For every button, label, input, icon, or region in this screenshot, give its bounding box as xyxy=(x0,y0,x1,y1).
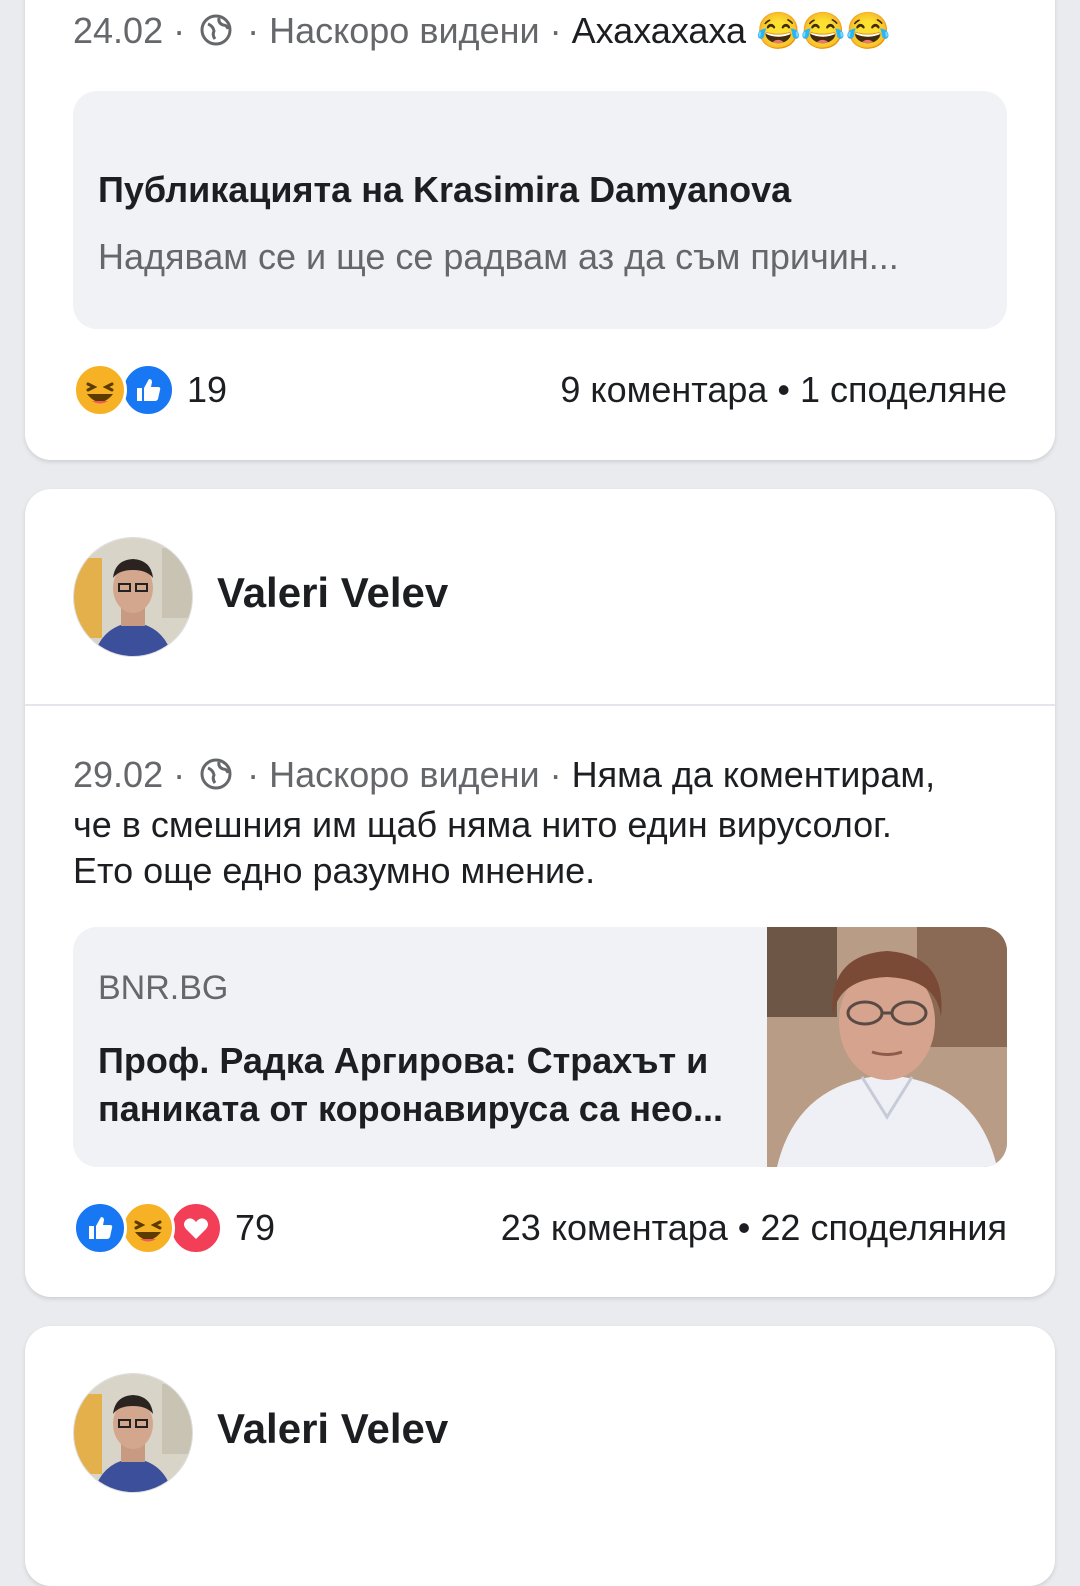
shared-post-preview[interactable]: Публикацията на Krasimira Damyanova Надя… xyxy=(73,91,1007,329)
globe-icon xyxy=(199,12,233,58)
reaction-count: 19 xyxy=(187,369,228,410)
post-text-line2: че в смешния им щаб няма нито един вирус… xyxy=(73,804,892,845)
link-title-line1: Проф. Радка Аргирова: Страхът и xyxy=(98,1040,709,1081)
visibility-label: · Наскоро видени · xyxy=(237,754,572,795)
post-meta: 24.02 · · Наскоро видени · Ахахахаха 😂😂😂 xyxy=(73,8,1007,58)
shared-post-title: Публикацията на Krasimira Damyanova xyxy=(98,169,792,210)
post-card: 24.02 · · Наскоро видени · Ахахахаха 😂😂😂… xyxy=(25,0,1055,460)
comment-share-counts[interactable]: 23 коментара • 22 споделяния xyxy=(501,1201,1007,1255)
globe-icon xyxy=(199,756,233,802)
reaction-count: 79 xyxy=(235,1207,276,1248)
reaction-summary[interactable]: 19 xyxy=(73,363,227,417)
post-card: Valeri Velev xyxy=(25,1326,1055,1586)
post-date[interactable]: 29.02 xyxy=(73,754,163,795)
divider xyxy=(25,704,1055,706)
like-icon xyxy=(73,1201,127,1255)
haha-icon xyxy=(121,1201,175,1255)
meta-separator: · xyxy=(163,10,196,51)
link-title: Проф. Радка Аргирова: Страхът и паниката… xyxy=(98,1037,738,1133)
link-thumbnail xyxy=(767,927,1007,1167)
comment-share-counts[interactable]: 9 коментара • 1 споделяне xyxy=(560,363,1007,417)
post-text-line1: Няма да коментирам, xyxy=(571,754,936,795)
post-author-name[interactable]: Valeri Velev xyxy=(217,1405,448,1453)
post-text-line3: Ето още едно разумно мнение. xyxy=(73,850,596,891)
avatar[interactable] xyxy=(73,1373,193,1493)
post-stats: 19 9 коментара • 1 споделяне xyxy=(73,363,1007,417)
reaction-summary[interactable]: 79 xyxy=(73,1201,275,1255)
link-title-line2: паниката от коронавируса са нео... xyxy=(98,1088,723,1129)
visibility-label: · Наскоро видени · xyxy=(237,10,572,51)
post-stats: 79 23 коментара • 22 споделяния xyxy=(73,1201,1007,1255)
post-author-name[interactable]: Valeri Velev xyxy=(217,569,448,617)
link-preview[interactable]: BNR.BG Проф. Радка Аргирова: Страхът и п… xyxy=(73,927,1007,1167)
meta-separator: · xyxy=(163,754,196,795)
like-icon xyxy=(121,363,175,417)
post-text: Ахахахаха 😂😂😂 xyxy=(571,10,891,51)
love-icon xyxy=(169,1201,223,1255)
haha-icon xyxy=(73,363,127,417)
post-meta: 29.02 · · Наскоро видени · Няма да комен… xyxy=(73,752,1007,894)
shared-post-text: Надявам се и ще се радвам аз да съм прич… xyxy=(98,236,899,277)
post-date[interactable]: 24.02 xyxy=(73,10,163,51)
link-domain: BNR.BG xyxy=(98,969,229,1007)
post-card: Valeri Velev 29.02 · · Наскоро видени · … xyxy=(25,489,1055,1297)
avatar[interactable] xyxy=(73,537,193,657)
